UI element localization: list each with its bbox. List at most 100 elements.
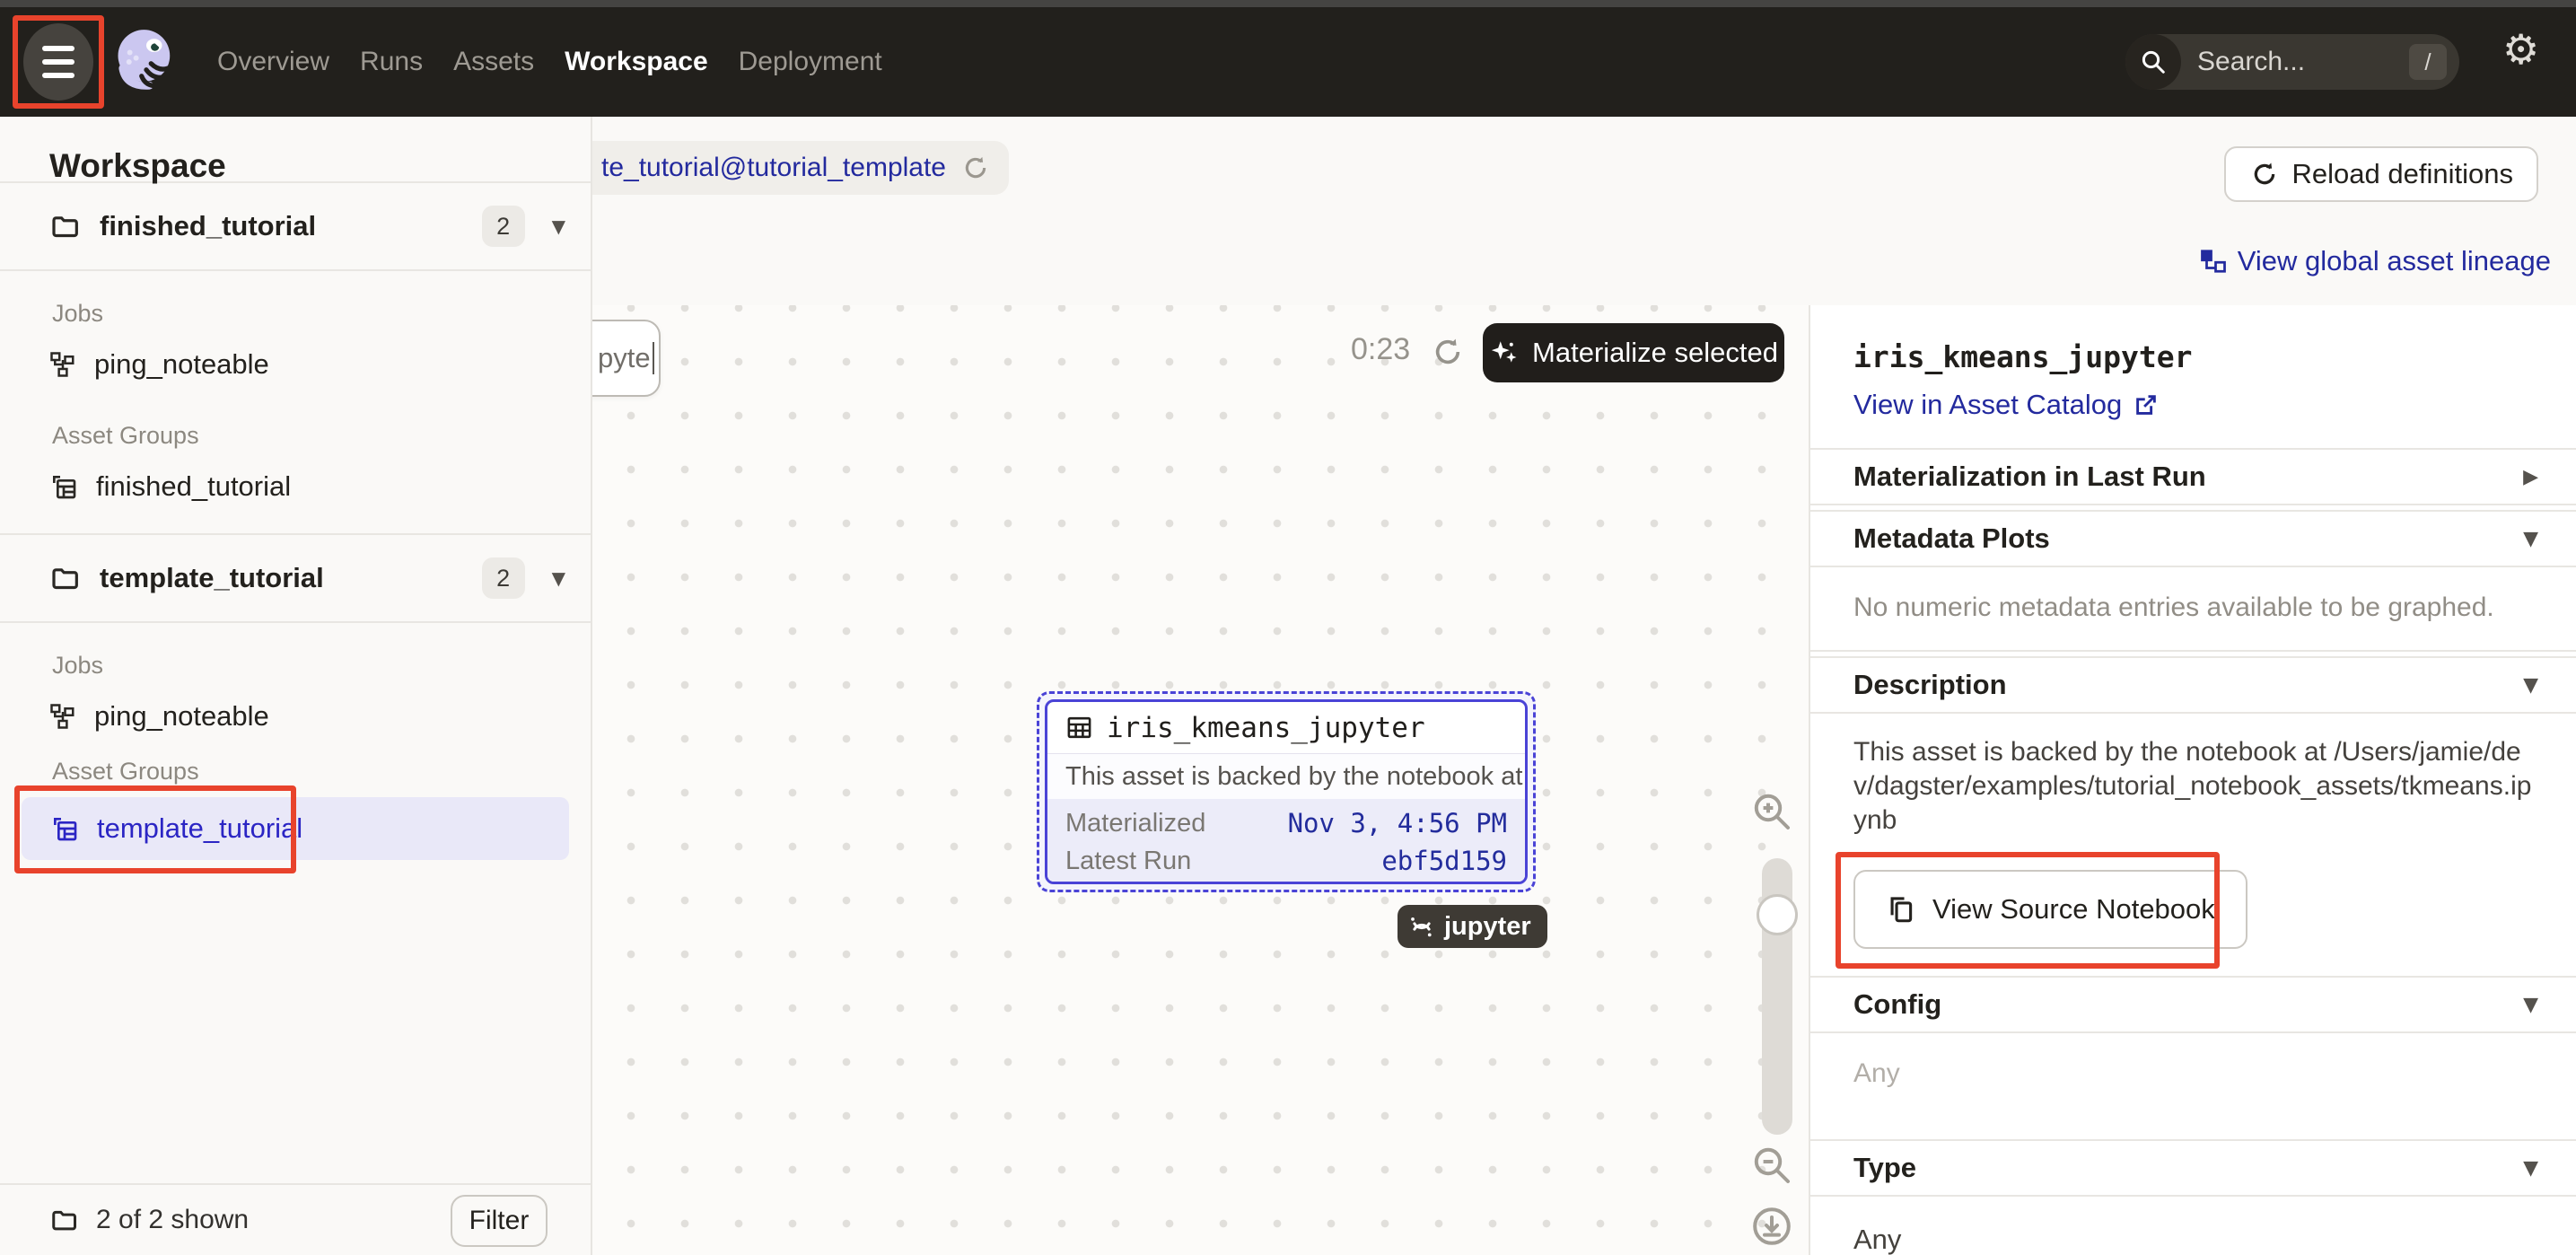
gear-icon[interactable]: ⚙ [2502, 25, 2539, 74]
repo-name: finished_tutorial [100, 210, 462, 242]
reload-definitions-button[interactable]: Reload definitions [2224, 146, 2538, 202]
section-gap [1810, 504, 2576, 512]
hamburger-menu-button[interactable] [23, 23, 93, 101]
view-global-asset-lineage-label: View global asset lineage [2238, 245, 2551, 277]
asset-groups-section-label: Asset Groups [52, 422, 591, 451]
materialized-value[interactable]: Nov 3, 4:56 PM [1288, 808, 1507, 838]
section-materialization-last-run[interactable]: Materialization in Last Run ▶ [1810, 450, 2576, 504]
repo-count-summary: 2 of 2 shown [96, 1205, 249, 1235]
nav-overview[interactable]: Overview [217, 47, 329, 77]
sidebar-item-job-ping-noteable[interactable]: ping_noteable [0, 343, 591, 386]
repo-name: template_tutorial [100, 562, 462, 594]
dagster-octopus-logo[interactable] [108, 23, 185, 101]
section-metadata-plots[interactable]: Metadata Plots ▼ [1810, 512, 2576, 566]
asset-node-card: iris_kmeans_jupyter This asset is backed… [1045, 699, 1528, 884]
chevron-down-icon[interactable]: ▼ [2523, 528, 2538, 550]
chevron-down-icon[interactable]: ▼ [552, 215, 565, 237]
materialized-label: Materialized [1065, 809, 1205, 838]
repo-location-label: te_tutorial@tutorial_template [601, 153, 946, 183]
folder-icon [49, 564, 80, 592]
reload-definitions-label: Reload definitions [2292, 158, 2513, 190]
asset-node-stats: Materialized Nov 3, 4:56 PM Latest Run e… [1047, 799, 1525, 882]
zoom-in-icon[interactable] [1750, 790, 1793, 833]
sidebar-item-group-template-tutorial[interactable]: template_tutorial [22, 797, 569, 860]
graph-filter-text: pyte [598, 342, 651, 374]
search-placeholder: Search... [2197, 47, 2409, 77]
job-graph-icon [49, 703, 76, 730]
jobs-section-label: Jobs [52, 652, 591, 680]
section-label: Type [1853, 1152, 1916, 1184]
repo-count-badge: 2 [482, 557, 525, 599]
folder-icon [49, 212, 80, 241]
jupyter-tag-label: jupyter [1444, 912, 1531, 942]
view-source-notebook-label: View Source Notebook [1932, 893, 2215, 926]
section-label: Materialization in Last Run [1853, 461, 2206, 493]
asset-group-icon [49, 472, 78, 501]
group-name: finished_tutorial [96, 470, 291, 503]
job-name: ping_noteable [94, 348, 269, 381]
zoom-out-icon[interactable] [1750, 1144, 1793, 1187]
materialize-selected-label: Materialize selected [1532, 337, 1778, 369]
chevron-down-icon[interactable]: ▼ [552, 567, 565, 589]
dagster-app: Overview Runs Assets Workspace Deploymen… [0, 0, 2576, 1255]
materialize-selected-button[interactable]: Materialize selected [1483, 323, 1784, 382]
view-global-asset-lineage-link[interactable]: View global asset lineage [2200, 245, 2551, 277]
job-graph-icon [49, 351, 76, 378]
asset-node-header: iris_kmeans_jupyter [1047, 702, 1525, 753]
asset-title: iris_kmeans_jupyter [1853, 339, 2533, 374]
sidebar-item-job-ping-noteable[interactable]: ping_noteable [0, 695, 591, 738]
nav-runs[interactable]: Runs [360, 47, 423, 77]
repo-row-template-tutorial[interactable]: template_tutorial 2 ▼ [0, 535, 591, 621]
nav-workspace[interactable]: Workspace [565, 47, 708, 77]
asset-node-description: This asset is backed by the notebook at … [1047, 753, 1525, 799]
view-in-asset-catalog-link[interactable]: View in Asset Catalog [1853, 389, 2160, 421]
chevron-right-icon[interactable]: ▶ [2523, 466, 2538, 488]
refresh-icon[interactable] [1430, 334, 1466, 370]
section-label: Metadata Plots [1853, 522, 2050, 555]
latest-run-row: Latest Run ebf5d159 [1065, 842, 1507, 880]
zoom-slider-handle[interactable] [1757, 894, 1798, 935]
asset-details-panel: iris_kmeans_jupyter View in Asset Catalo… [1809, 305, 2576, 1255]
section-gap [1810, 650, 2576, 658]
menu-icon [42, 46, 74, 51]
repo-row-finished-tutorial[interactable]: finished_tutorial 2 ▼ [0, 183, 591, 269]
chevron-down-icon[interactable]: ▼ [2523, 994, 2538, 1016]
asset-node-title: iris_kmeans_jupyter [1107, 712, 1425, 744]
section-description[interactable]: Description ▼ [1810, 658, 2576, 712]
nav-deployment[interactable]: Deployment [739, 47, 882, 77]
sparkle-icon [1489, 338, 1520, 368]
view-source-notebook-button[interactable]: View Source Notebook [1853, 870, 2247, 949]
chevron-down-icon[interactable]: ▼ [2523, 1157, 2538, 1180]
filter-button[interactable]: Filter [451, 1195, 548, 1247]
asset-node-iris-kmeans-jupyter[interactable]: iris_kmeans_jupyter This asset is backed… [1037, 691, 1536, 892]
content-header: te_tutorial@tutorial_template Reload def… [592, 117, 2576, 305]
sidebar-item-group-finished-tutorial[interactable]: finished_tutorial [0, 463, 591, 510]
latest-run-label: Latest Run [1065, 847, 1191, 876]
search-shortcut-badge: / [2409, 44, 2447, 80]
view-in-asset-catalog-label: View in Asset Catalog [1853, 389, 2122, 421]
primary-nav: Overview Runs Assets Workspace Deploymen… [217, 47, 882, 77]
job-name: ping_noteable [94, 700, 269, 733]
text-cursor [653, 342, 655, 374]
nav-assets[interactable]: Assets [453, 47, 534, 77]
table-icon [1065, 714, 1093, 742]
search-input[interactable]: Search... / [2125, 34, 2459, 90]
download-view-icon[interactable] [1750, 1205, 1793, 1248]
section-type[interactable]: Type ▼ [1810, 1141, 2576, 1195]
search-icon [2125, 34, 2181, 90]
repo-count-badge: 2 [482, 206, 525, 247]
section-config[interactable]: Config ▼ [1810, 978, 2576, 1031]
graph-filter-input[interactable]: pyte [592, 320, 661, 397]
jupyter-tag[interactable]: jupyter [1398, 905, 1547, 948]
section-label: Description [1853, 669, 2007, 701]
metadata-empty-message: No numeric metadata entries available to… [1810, 567, 2576, 650]
refresh-icon[interactable] [960, 153, 991, 183]
latest-run-value[interactable]: ebf5d159 [1381, 846, 1507, 876]
chevron-down-icon[interactable]: ▼ [2523, 674, 2538, 697]
repo-location-tag[interactable]: te_tutorial@tutorial_template [592, 141, 1009, 195]
asset-graph-canvas[interactable]: pyte 0:23 Materialize selected iris_kmea… [592, 305, 1809, 1255]
copy-icon [1886, 894, 1916, 925]
refresh-icon [2249, 159, 2280, 189]
divider [0, 621, 591, 623]
lineage-icon [2200, 248, 2227, 275]
